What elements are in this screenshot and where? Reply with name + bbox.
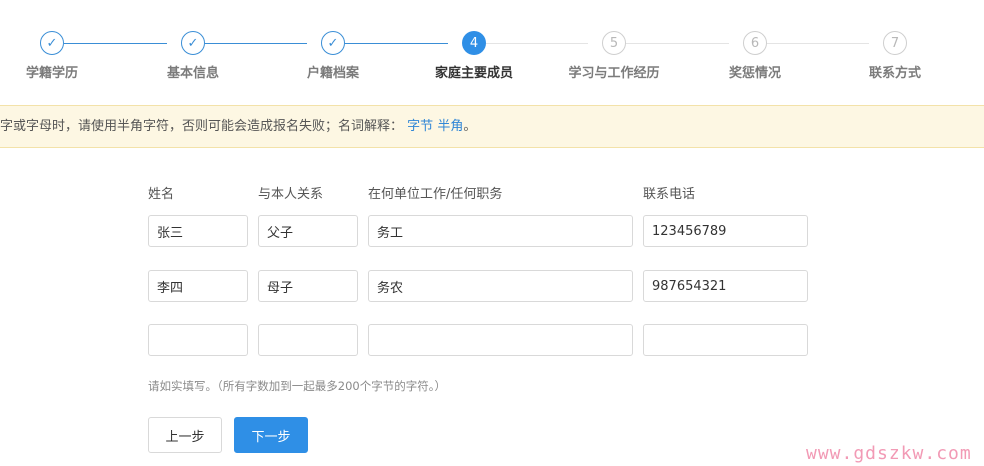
workplace-input-3[interactable] — [368, 324, 633, 356]
link-halfwidth[interactable]: 半角 — [437, 119, 463, 134]
workplace-input-2[interactable] — [368, 270, 633, 302]
watermark: www.gdszkw.com — [806, 443, 972, 464]
relation-input-2[interactable] — [258, 270, 358, 302]
header-workplace: 在何单位工作/任何职务 — [368, 187, 503, 202]
step-3[interactable]: ✓ 户籍档案 — [263, 31, 403, 81]
step-label: 基本信息 — [166, 66, 219, 81]
header-phone: 联系电话 — [643, 187, 696, 202]
step-5: 5 学习与工作经历 — [544, 31, 684, 81]
prev-step-button[interactable]: 上一步 — [148, 417, 222, 453]
notice-suffix: 。 — [463, 119, 477, 134]
step-label: 学籍学历 — [25, 66, 78, 81]
notice-text: 字或字母时，请使用半角字符，否则可能会造成报名失败；名词解释： — [0, 119, 404, 134]
name-input-3[interactable] — [148, 324, 248, 356]
header-relation: 与本人关系 — [258, 187, 324, 202]
relation-input-3[interactable] — [258, 324, 358, 356]
progress-steps: ✓ 学籍学历 ✓ 基本信息 ✓ 户籍档案 4 家庭主要成员 5 学习与工作经历 … — [0, 0, 984, 100]
step-number: 6 — [743, 31, 767, 55]
step-label: 家庭主要成员 — [434, 66, 513, 81]
phone-input-1[interactable] — [643, 215, 808, 247]
step-number: 4 — [462, 31, 486, 55]
step-label: 学习与工作经历 — [568, 66, 660, 81]
step-2[interactable]: ✓ 基本信息 — [123, 31, 263, 81]
step-1[interactable]: ✓ 学籍学历 — [0, 31, 122, 81]
check-icon: ✓ — [321, 31, 345, 55]
notice-bar: 字或字母时，请使用半角字符，否则可能会造成报名失败；名词解释： 字节 半角。 — [0, 105, 984, 148]
step-label: 奖惩情况 — [728, 66, 781, 81]
relation-input-1[interactable] — [258, 215, 358, 247]
step-6: 6 奖惩情况 — [685, 31, 825, 81]
workplace-input-1[interactable] — [368, 215, 633, 247]
step-number: 7 — [883, 31, 907, 55]
step-number: 5 — [602, 31, 626, 55]
check-icon: ✓ — [181, 31, 205, 55]
step-label: 户籍档案 — [306, 66, 359, 81]
phone-input-3[interactable] — [643, 324, 808, 356]
header-name: 姓名 — [148, 187, 175, 202]
step-4: 4 家庭主要成员 — [404, 31, 544, 81]
step-7: 7 联系方式 — [825, 31, 965, 81]
check-icon: ✓ — [40, 31, 64, 55]
form-hint: 请如实填写。（所有字数加到一起最多200个字节的字符。） — [148, 379, 446, 393]
phone-input-2[interactable] — [643, 270, 808, 302]
link-byte[interactable]: 字节 — [407, 119, 433, 134]
next-step-button[interactable]: 下一步 — [234, 417, 308, 453]
name-input-2[interactable] — [148, 270, 248, 302]
step-label: 联系方式 — [868, 66, 921, 81]
name-input-1[interactable] — [148, 215, 248, 247]
